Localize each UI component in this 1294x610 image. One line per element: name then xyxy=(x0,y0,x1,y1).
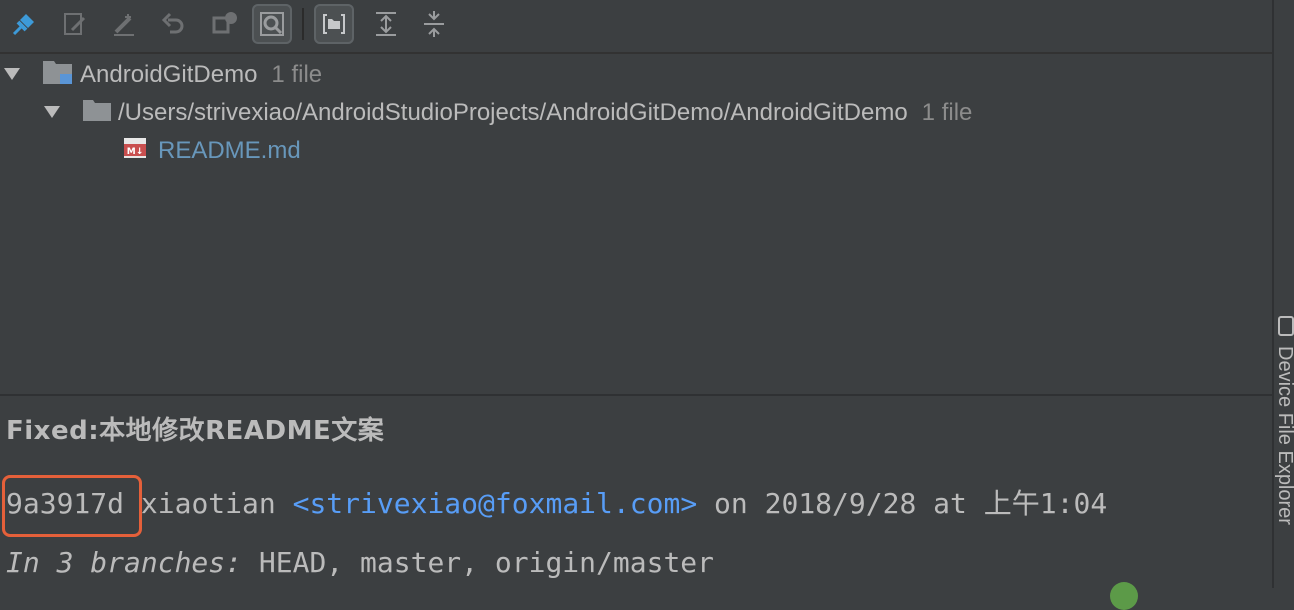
pin-button[interactable] xyxy=(4,4,44,44)
highlight-box xyxy=(2,475,142,537)
tree-node-label: AndroidGitDemo xyxy=(80,61,258,88)
revert-button[interactable] xyxy=(154,4,194,44)
tree-node-file[interactable]: M↓ README.md xyxy=(122,132,301,170)
commit-meta: 9a3917d xiaotian <strivexiao@foxmail.com… xyxy=(2,475,1108,537)
device-file-explorer-label: Device File Explorer xyxy=(1274,346,1294,525)
module-folder-icon xyxy=(42,59,74,92)
commit-hash-wrap: 9a3917d xyxy=(2,475,142,537)
status-indicator xyxy=(1110,582,1138,610)
tree-node-root[interactable]: AndroidGitDemo 1 file xyxy=(2,56,322,94)
file-label: README.md xyxy=(158,137,301,164)
device-file-explorer-icon xyxy=(1278,316,1294,341)
toolbar-separator xyxy=(302,8,304,40)
edit-icon xyxy=(108,8,140,40)
commit-date: on 2018/9/28 at 上午1:04 xyxy=(714,487,1108,520)
branches-list[interactable]: HEAD, master, origin/master xyxy=(259,546,714,579)
commit-subject: Fixed:本地修改README文案 xyxy=(6,416,385,446)
edit-source-icon xyxy=(58,8,90,40)
file-count: 1 file xyxy=(921,99,973,126)
compare-icon xyxy=(208,8,240,40)
commit-details-panel: Fixed:本地修改README文案 9a3917d xiaotian <str… xyxy=(0,396,1272,588)
group-by-directory-icon xyxy=(318,8,350,40)
edit-button[interactable] xyxy=(104,4,144,44)
commit-author: xiaotian xyxy=(140,487,276,520)
collapse-all-button[interactable] xyxy=(414,4,454,44)
compare-button[interactable] xyxy=(204,4,244,44)
expand-all-icon xyxy=(370,8,402,40)
revert-icon xyxy=(158,8,190,40)
search-preview-icon xyxy=(256,8,288,40)
changes-tree: AndroidGitDemo 1 file /Users/strivexiao/… xyxy=(0,54,1272,394)
branches-label: In 3 branches: xyxy=(6,546,243,579)
pin-icon xyxy=(8,8,40,40)
svg-text:M↓: M↓ xyxy=(127,147,144,157)
file-count: 1 file xyxy=(271,61,323,88)
commit-email-link[interactable]: <strivexiao@foxmail.com> xyxy=(293,487,698,520)
folder-icon xyxy=(82,98,112,129)
collapse-all-icon xyxy=(418,8,450,40)
edit-source-button[interactable] xyxy=(54,4,94,44)
expand-arrow-icon xyxy=(42,99,62,127)
expand-arrow-icon xyxy=(2,61,22,89)
commit-branches: In 3 branches: HEAD, master, origin/mast… xyxy=(6,546,714,579)
group-by-directory-button[interactable] xyxy=(314,4,354,44)
expand-all-button[interactable] xyxy=(366,4,406,44)
markdown-file-icon: M↓ xyxy=(122,135,148,168)
tree-node-label: /Users/strivexiao/AndroidStudioProjects/… xyxy=(118,99,908,126)
preview-diff-button[interactable] xyxy=(252,4,292,44)
changes-toolbar xyxy=(0,0,1272,52)
tree-node-folder[interactable]: /Users/strivexiao/AndroidStudioProjects/… xyxy=(42,94,972,132)
